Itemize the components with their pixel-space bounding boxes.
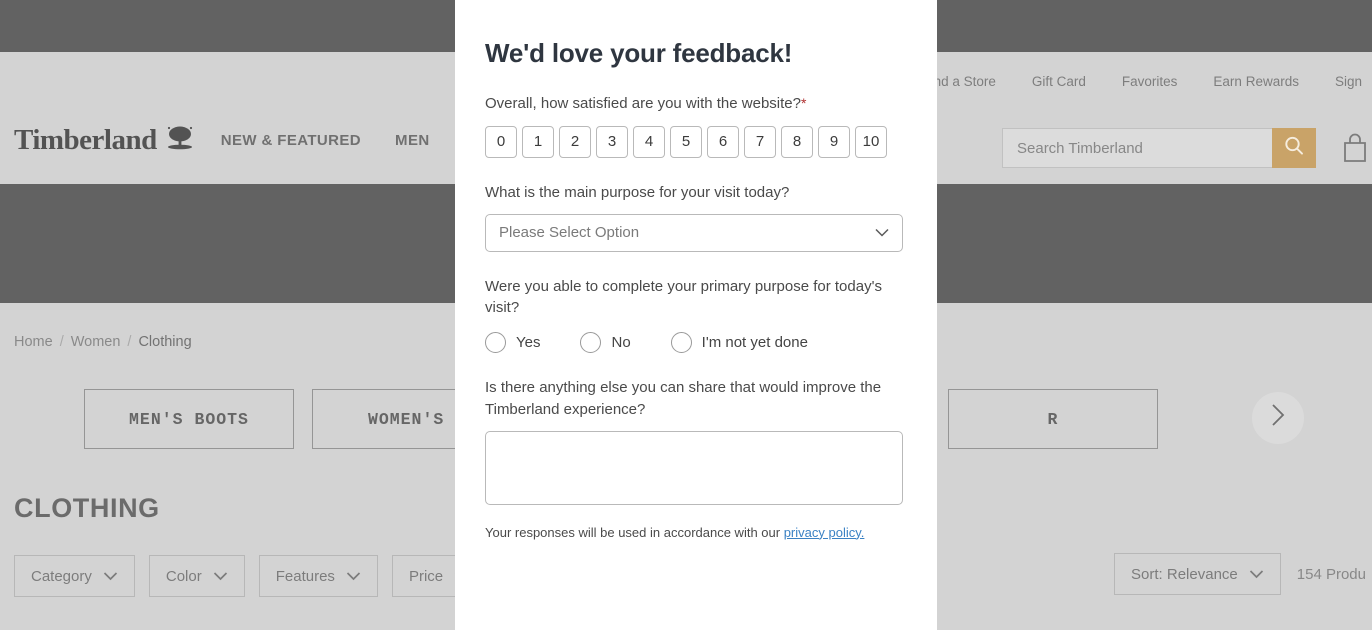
- question-3-label: Were you able to complete your primary p…: [485, 277, 882, 317]
- visit-purpose-select[interactable]: Please Select Option: [485, 213, 903, 252]
- sort-dropdown[interactable]: Sort: Relevance: [1114, 553, 1281, 595]
- rating-option-5[interactable]: 5: [670, 125, 702, 158]
- utility-nav-item-gift-card[interactable]: Gift Card: [1032, 74, 1086, 89]
- breadcrumb-separator: /: [127, 334, 132, 350]
- rating-option-3[interactable]: 3: [596, 125, 628, 158]
- search-input[interactable]: Search Timberland: [1002, 128, 1272, 168]
- chevron-down-icon: [103, 568, 118, 585]
- filter-color-label: Color: [165, 567, 202, 585]
- rating-option-2[interactable]: 2: [559, 125, 591, 158]
- radio-circle-icon: [670, 332, 692, 353]
- page-title: CLOTHING: [14, 493, 160, 523]
- question-1-label: Overall, how satisfied are you with the …: [485, 93, 907, 115]
- brand-logo[interactable]: Timberland: [14, 124, 195, 157]
- tree-icon: [165, 124, 195, 157]
- radio-option-no[interactable]: No: [580, 332, 631, 353]
- visit-purpose-selected-value: Please Select Option: [499, 224, 640, 241]
- breadcrumb-item-home[interactable]: Home: [14, 334, 53, 350]
- screenshot-stage: t Find a Store Gift Card Favorites Earn …: [0, 0, 1372, 630]
- utility-nav-item-favorites[interactable]: Favorites: [1122, 74, 1178, 89]
- rating-option-4[interactable]: 4: [633, 125, 665, 158]
- rating-option-9[interactable]: 9: [818, 125, 850, 158]
- radio-option-not-yet-done[interactable]: I'm not yet done: [670, 332, 808, 353]
- sort-and-count: Sort: Relevance 154 Produ: [1114, 553, 1372, 595]
- main-nav-item-men[interactable]: MEN: [395, 132, 430, 149]
- chevron-down-icon: [213, 568, 228, 585]
- rating-option-6[interactable]: 6: [707, 125, 739, 158]
- chevron-down-icon: [346, 568, 361, 585]
- search-bar: Search Timberland: [1002, 128, 1316, 168]
- feedback-textarea[interactable]: [485, 430, 903, 505]
- brand-logo-text: Timberland: [14, 123, 157, 156]
- shopping-bag-button[interactable]: [1340, 132, 1370, 169]
- chevron-down-icon: [875, 224, 889, 241]
- feedback-modal: We'd love your feedback! Overall, how sa…: [455, 0, 937, 630]
- radio-circle-icon: [485, 332, 506, 353]
- main-nav-item-new-featured[interactable]: NEW & FEATURED: [221, 132, 361, 149]
- breadcrumb-separator: /: [59, 334, 64, 350]
- radio-option-not-yet-done-label: I'm not yet done: [701, 334, 808, 351]
- chevron-down-icon: [1249, 566, 1264, 583]
- radio-option-yes[interactable]: Yes: [485, 332, 540, 353]
- required-asterisk: *: [801, 95, 807, 111]
- privacy-notice-text: Your responses will be used in accordanc…: [485, 524, 784, 540]
- filter-price-label: Price: [408, 567, 444, 585]
- rating-option-10[interactable]: 10: [855, 125, 887, 158]
- chevron-right-icon: [1269, 402, 1287, 435]
- privacy-policy-link[interactable]: privacy policy.: [784, 525, 865, 540]
- filter-features-label: Features: [275, 567, 335, 585]
- radio-circle-icon: [580, 332, 602, 353]
- filter-color[interactable]: Color: [148, 555, 245, 597]
- question-1-text: Overall, how satisfied are you with the …: [485, 95, 801, 112]
- utility-nav-item-sign-in[interactable]: Sign: [1335, 74, 1362, 89]
- completion-radio-group: Yes No I'm not yet done: [485, 332, 907, 353]
- carousel-next-button[interactable]: [1252, 392, 1304, 444]
- search-button[interactable]: [1272, 128, 1316, 168]
- category-tile-mens-boots[interactable]: MEN'S BOOTS: [84, 389, 294, 449]
- sort-dropdown-label: Sort: Relevance: [1131, 565, 1238, 583]
- filter-category-label: Category: [31, 567, 92, 585]
- rating-option-7[interactable]: 7: [744, 125, 776, 158]
- radio-option-no-label: No: [611, 334, 631, 351]
- product-count: 154 Produ: [1296, 565, 1366, 583]
- modal-title: We'd love your feedback!: [485, 38, 793, 68]
- filter-features[interactable]: Features: [258, 555, 378, 597]
- search-icon: [1282, 134, 1306, 163]
- shopping-bag-icon: [1340, 133, 1370, 168]
- rating-option-1[interactable]: 1: [522, 125, 554, 158]
- breadcrumb-item-clothing: Clothing: [138, 334, 192, 350]
- question-2-label: What is the main purpose for your visit …: [485, 183, 790, 201]
- breadcrumb-item-women[interactable]: Women: [71, 334, 121, 350]
- privacy-notice: Your responses will be used in accordanc…: [485, 525, 907, 540]
- rating-option-0[interactable]: 0: [485, 125, 517, 158]
- breadcrumb: Home / Women / Clothing: [14, 334, 192, 350]
- rating-option-8[interactable]: 8: [781, 125, 813, 158]
- utility-nav-item-earn-rewards[interactable]: Earn Rewards: [1213, 74, 1299, 89]
- rating-scale: 0 1 2 3 4 5 6 7 8 9 10: [485, 125, 907, 158]
- radio-option-yes-label: Yes: [516, 334, 541, 351]
- category-tile-partial[interactable]: R: [948, 389, 1158, 449]
- filter-category[interactable]: Category: [14, 555, 135, 597]
- question-4-label: Is there anything else you can share tha…: [485, 379, 882, 418]
